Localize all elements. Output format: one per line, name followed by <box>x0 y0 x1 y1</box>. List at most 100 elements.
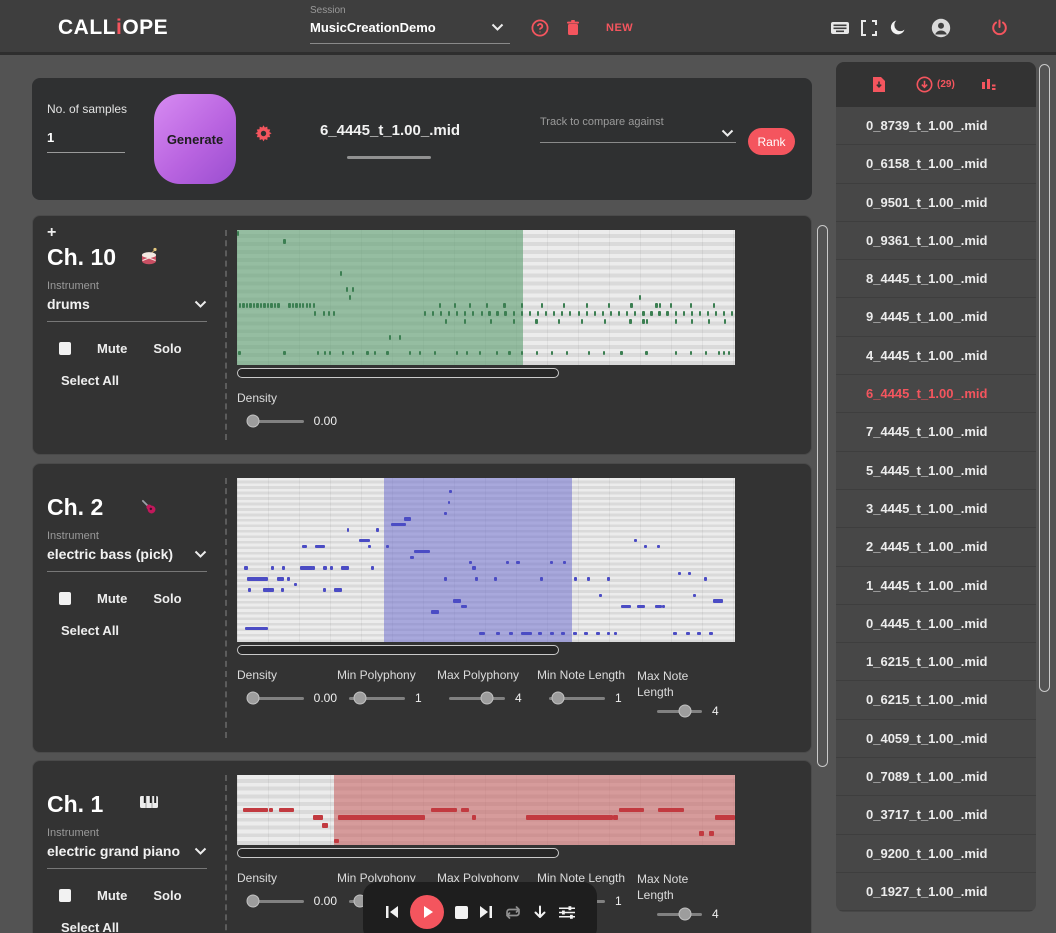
session-select[interactable]: Session MusicCreationDemo <box>310 5 510 44</box>
play-button[interactable] <box>409 895 444 929</box>
file-list-item[interactable]: 0_1927_t_1.00_.mid <box>836 873 1036 912</box>
slider-thumb[interactable] <box>246 894 260 908</box>
channel-checkbox[interactable] <box>59 592 71 605</box>
file-list-item[interactable]: 4_4445_t_1.00_.mid <box>836 337 1036 376</box>
roll-scrollbar[interactable] <box>237 848 559 858</box>
new-session-button[interactable]: NEW <box>606 22 633 34</box>
midi-note <box>658 310 661 316</box>
slider-thumb[interactable] <box>246 691 260 705</box>
piano-roll[interactable] <box>237 230 735 365</box>
stats-button[interactable] <box>981 78 996 92</box>
file-list-item[interactable]: 2_4445_t_1.00_.mid <box>836 528 1036 567</box>
file-list-item[interactable]: 8_4445_t_1.00_.mid <box>836 260 1036 299</box>
file-list-item[interactable]: 1_4445_t_1.00_.mid <box>836 567 1036 605</box>
midi-note <box>410 555 415 559</box>
slider-track[interactable] <box>657 907 702 921</box>
file-list-item[interactable]: 7_4445_t_1.00_.mid <box>836 413 1036 452</box>
slider-track[interactable] <box>449 691 505 705</box>
midi-note <box>468 560 472 565</box>
file-list-item[interactable]: 5_4445_t_1.00_.mid <box>836 452 1036 490</box>
slider-thumb[interactable] <box>678 907 692 921</box>
delete-session-button[interactable] <box>566 19 580 41</box>
help-button[interactable] <box>531 19 549 42</box>
generate-settings-button[interactable] <box>254 124 273 143</box>
generate-button[interactable]: Generate <box>154 94 236 184</box>
midi-note <box>376 528 380 532</box>
mute-button[interactable]: Mute <box>97 341 127 356</box>
channel-checkbox[interactable] <box>59 342 71 355</box>
file-list-item[interactable]: 0_9200_t_1.00_.mid <box>836 835 1036 873</box>
piano-roll[interactable] <box>237 775 735 845</box>
slider-track[interactable] <box>246 414 304 428</box>
slider-thumb[interactable] <box>551 691 565 705</box>
dark-mode-toggle[interactable] <box>890 19 907 41</box>
file-list-item[interactable]: 0_7089_t_1.00_.mid <box>836 758 1036 797</box>
rank-button[interactable]: Rank <box>748 128 795 155</box>
solo-button[interactable]: Solo <box>153 591 181 606</box>
instrument-select[interactable]: electric grand piano <box>47 843 207 869</box>
instrument-select[interactable]: drums <box>47 296 207 322</box>
samples-input[interactable]: 1 <box>47 130 125 153</box>
file-list-item[interactable]: 0_6158_t_1.00_.mid <box>836 145 1036 184</box>
slider-thumb[interactable] <box>353 691 367 705</box>
midi-note <box>299 566 313 570</box>
moon-icon <box>890 20 905 35</box>
keyboard-toggle-button[interactable] <box>830 21 850 40</box>
solo-button[interactable]: Solo <box>153 888 181 903</box>
file-list-item[interactable]: 0_9501_t_1.00_.mid <box>836 184 1036 222</box>
piano-icon <box>140 796 158 808</box>
file-list-item[interactable]: 0_6215_t_1.00_.mid <box>836 681 1036 720</box>
export-file-button[interactable] <box>872 76 886 93</box>
stop-button[interactable] <box>454 905 468 919</box>
compare-track-select[interactable]: Track to compare against <box>540 116 736 143</box>
file-list-item[interactable]: 0_9361_t_1.00_.mid <box>836 222 1036 261</box>
add-channel-button[interactable]: + <box>47 225 223 242</box>
file-list-item[interactable]: 6_4445_t_1.00_.mid <box>836 375 1036 414</box>
solo-button[interactable]: Solo <box>153 341 181 356</box>
midi-note <box>312 302 315 308</box>
slider-track[interactable] <box>246 894 304 908</box>
logout-button[interactable] <box>991 19 1008 41</box>
slider-thumb[interactable] <box>480 691 494 705</box>
sidebar-scrollbar[interactable] <box>1039 64 1050 692</box>
download-all-button[interactable]: (29) <box>916 76 955 93</box>
guitar-icon-wrap <box>139 497 159 517</box>
file-list-item[interactable]: 3_4445_t_1.00_.mid <box>836 490 1036 529</box>
skip-to-start-button[interactable] <box>385 905 399 919</box>
slider-track[interactable] <box>349 691 405 705</box>
mute-button[interactable]: Mute <box>97 888 127 903</box>
roll-scrollbar[interactable] <box>237 368 559 378</box>
select-all-button[interactable]: Select All <box>61 920 223 933</box>
midi-note <box>535 318 538 324</box>
slider-track[interactable] <box>549 691 605 705</box>
select-all-button[interactable]: Select All <box>61 623 223 638</box>
main-scrollbar[interactable] <box>817 225 828 767</box>
slider-track[interactable] <box>657 704 702 718</box>
account-button[interactable] <box>931 18 951 43</box>
slider-track[interactable] <box>246 691 304 705</box>
piano-roll[interactable] <box>237 478 735 642</box>
file-list-item[interactable]: 0_4445_t_1.00_.mid <box>836 605 1036 644</box>
mute-button[interactable]: Mute <box>97 591 127 606</box>
roll-scrollbar[interactable] <box>237 645 559 655</box>
chevron-down-icon <box>194 550 207 558</box>
download-track-button[interactable] <box>533 905 547 920</box>
channel-panel-ch2: Ch. 2 Instrument electric bass (pick) Mute S… <box>32 463 812 753</box>
file-list-item[interactable]: 0_3717_t_1.00_.mid <box>836 796 1036 835</box>
file-list-item[interactable]: 1_6215_t_1.00_.mid <box>836 643 1036 682</box>
file-list-item[interactable]: 0_4059_t_1.00_.mid <box>836 720 1036 759</box>
select-all-button[interactable]: Select All <box>61 373 223 388</box>
file-list-item[interactable]: 0_8739_t_1.00_.mid <box>836 107 1036 146</box>
drum-icon <box>142 247 157 265</box>
slider-thumb[interactable] <box>246 414 260 428</box>
midi-note <box>603 350 606 356</box>
repeat-button[interactable] <box>504 905 522 920</box>
mixer-button[interactable] <box>558 905 576 920</box>
fullscreen-button[interactable] <box>861 20 877 41</box>
instrument-select[interactable]: electric bass (pick) <box>47 546 207 572</box>
slider-thumb[interactable] <box>678 704 692 718</box>
midi-note <box>244 626 268 630</box>
skip-to-end-button[interactable] <box>479 905 493 919</box>
channel-checkbox[interactable] <box>59 889 71 902</box>
file-list-item[interactable]: 9_4445_t_1.00_.mid <box>836 298 1036 337</box>
